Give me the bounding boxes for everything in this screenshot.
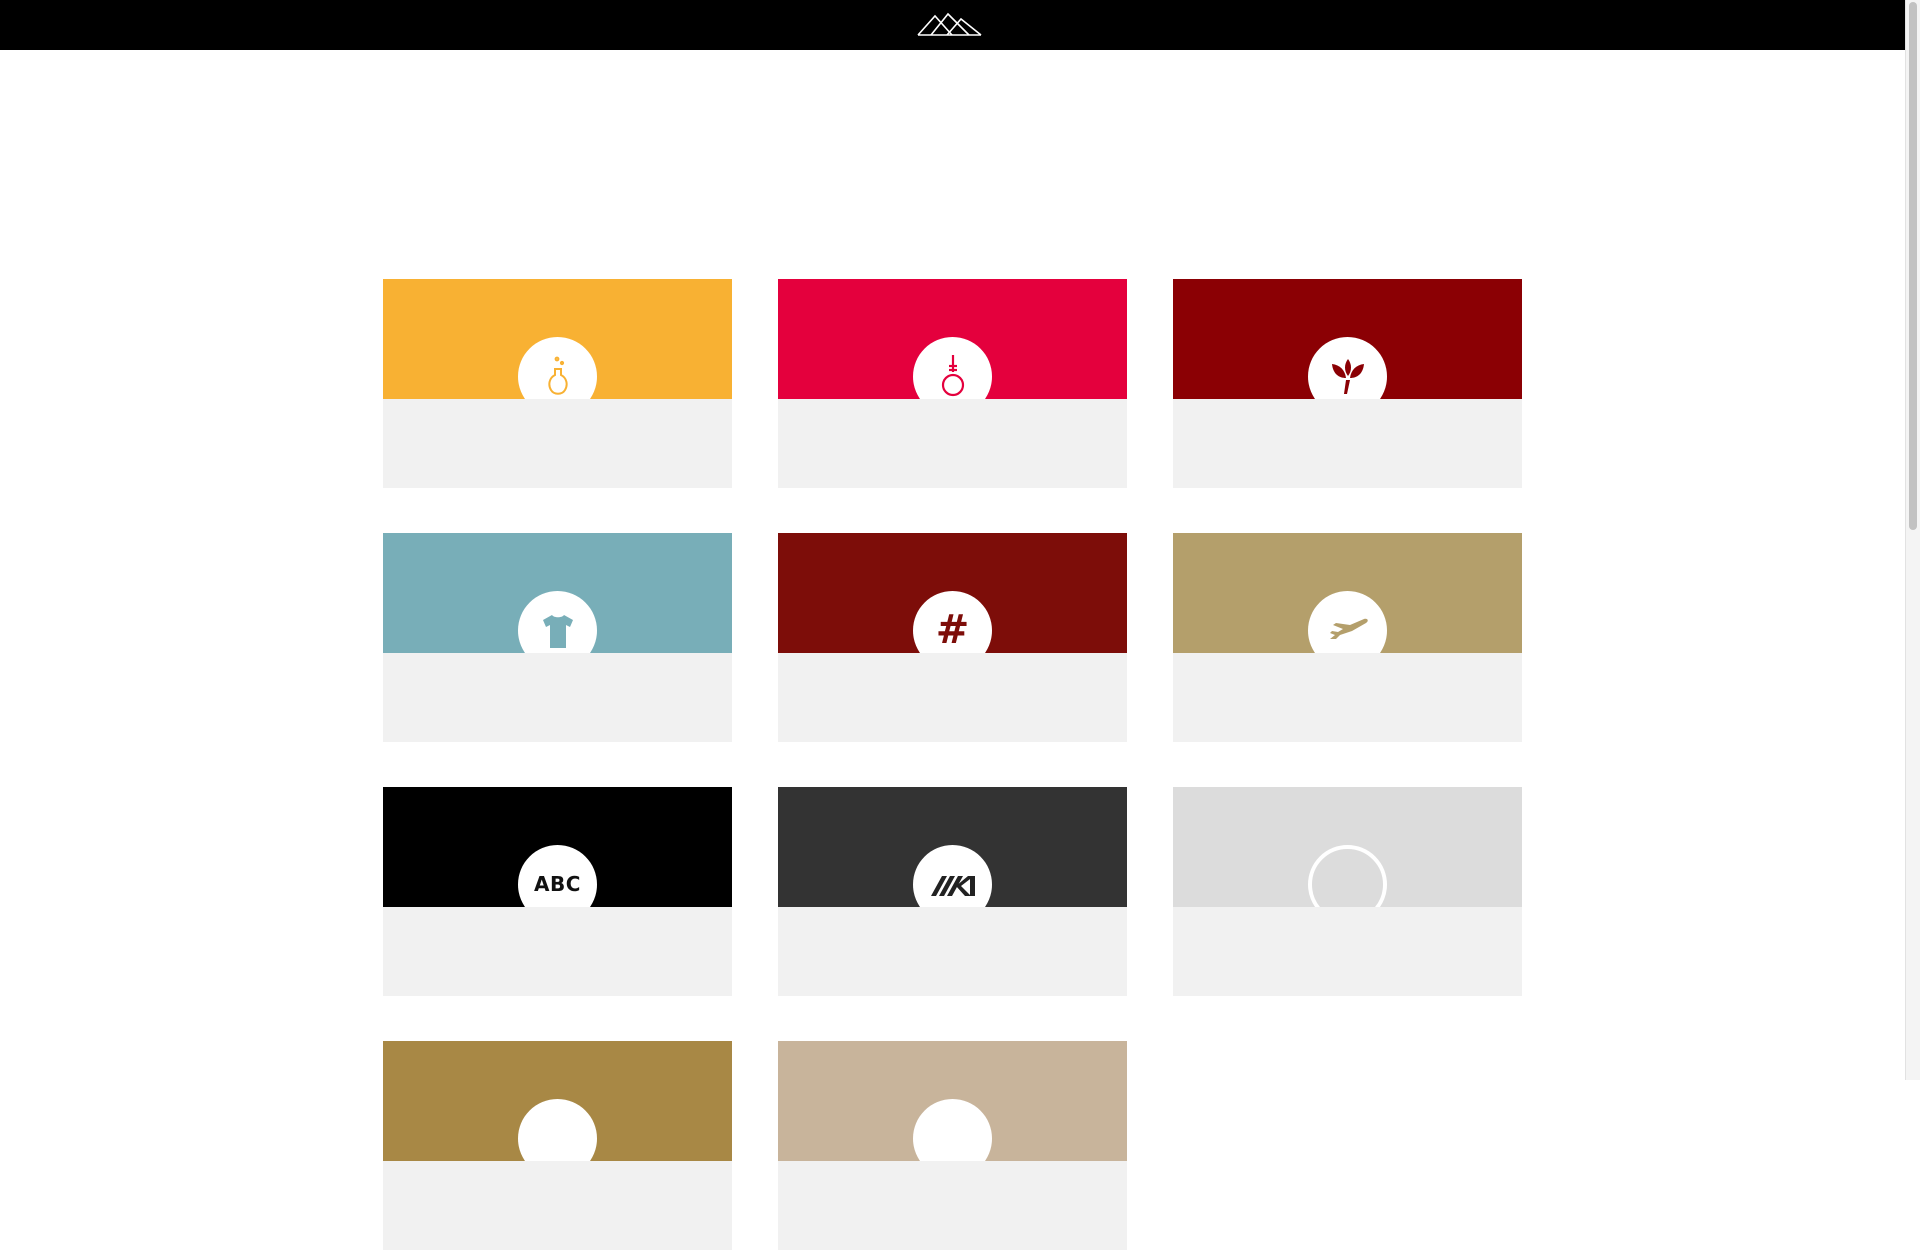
icon-badge: ABC xyxy=(518,845,597,907)
category-card[interactable] xyxy=(1173,787,1522,996)
category-card[interactable]: # xyxy=(778,533,1127,742)
category-card[interactable] xyxy=(383,279,732,488)
icon-badge xyxy=(913,1099,992,1161)
icon-badge xyxy=(913,337,992,399)
tshirt-icon xyxy=(541,611,575,651)
mountain-logo-icon[interactable] xyxy=(917,11,983,37)
icon-badge xyxy=(518,1099,597,1161)
card-color-band xyxy=(778,279,1127,399)
scrollbar-thumb[interactable] xyxy=(1909,2,1917,530)
category-card[interactable] xyxy=(1173,279,1522,488)
noose-icon xyxy=(940,354,966,400)
category-card[interactable] xyxy=(778,1041,1127,1250)
hash-icon: # xyxy=(935,606,970,653)
card-color-band xyxy=(1173,279,1522,399)
top-bar xyxy=(0,0,1906,50)
icon-badge xyxy=(1308,337,1387,399)
empty-ring-icon xyxy=(1308,845,1387,907)
airplane-icon xyxy=(1326,613,1370,649)
card-color-band xyxy=(383,279,732,399)
icon-badge: # xyxy=(913,591,992,653)
card-color-band xyxy=(1173,787,1522,907)
icon-badge xyxy=(518,337,597,399)
abc-text-icon: ABC xyxy=(534,872,581,896)
category-card[interactable] xyxy=(778,279,1127,488)
category-card[interactable] xyxy=(383,1041,732,1250)
mk-logo-icon xyxy=(930,872,976,898)
card-color-band xyxy=(383,1041,732,1161)
vertical-scrollbar[interactable] xyxy=(1905,0,1920,1080)
category-card[interactable] xyxy=(1173,533,1522,742)
card-color-band xyxy=(1173,533,1522,653)
category-grid: # ABC xyxy=(383,279,1523,1250)
category-card[interactable] xyxy=(778,787,1127,996)
icon-badge xyxy=(913,845,992,907)
card-color-band: # xyxy=(778,533,1127,653)
category-card[interactable]: ABC xyxy=(383,787,732,996)
card-color-band: ABC xyxy=(383,787,732,907)
icon-badge xyxy=(1308,591,1387,653)
sprout-icon xyxy=(1329,356,1367,398)
flask-icon xyxy=(545,355,571,399)
category-card[interactable] xyxy=(383,533,732,742)
card-color-band xyxy=(778,787,1127,907)
icon-badge xyxy=(518,591,597,653)
card-color-band xyxy=(383,533,732,653)
card-color-band xyxy=(778,1041,1127,1161)
